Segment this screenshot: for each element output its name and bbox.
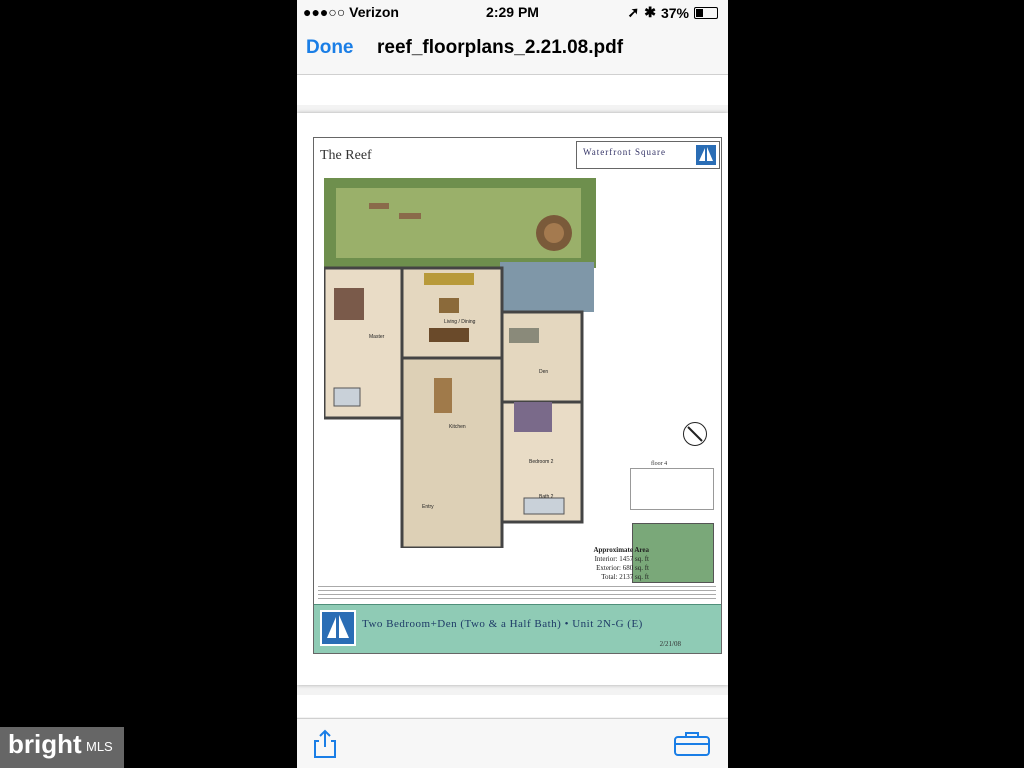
bottom-toolbar <box>297 718 728 768</box>
area-exterior: Exterior: 680 sq. ft <box>596 564 649 572</box>
disclaimer-text <box>318 586 716 602</box>
share-icon[interactable] <box>313 729 337 764</box>
sailboat-logo-icon <box>696 145 716 165</box>
done-button[interactable]: Done <box>306 37 354 59</box>
previous-page-edge[interactable] <box>297 75 728 105</box>
watermark-brand: bright <box>8 729 82 759</box>
pdf-page[interactable]: The Reef Waterfront Square Living / Dini… <box>297 113 728 685</box>
bright-mls-watermark: bright MLS <box>0 727 124 768</box>
svg-text:Bath 2: Bath 2 <box>539 494 554 500</box>
document-title: reef_floorplans_2.21.08.pdf <box>377 37 624 58</box>
unit-description: Two Bedroom+Den (Two & a Half Bath) • Un… <box>362 618 643 630</box>
svg-text:Den: Den <box>539 369 548 375</box>
bluetooth-icon: ✱ <box>644 4 656 20</box>
battery-icon <box>694 6 718 19</box>
sailboat-logo-icon <box>320 610 356 646</box>
plan-date: 2/21/08 <box>659 640 681 648</box>
north-arrow-icon <box>683 422 707 446</box>
plan-title: The Reef <box>320 148 372 163</box>
svg-text:Bedroom 2: Bedroom 2 <box>529 459 554 465</box>
approximate-area: Approximate Area Interior: 1457 sq. ft E… <box>539 546 649 582</box>
next-page-edge[interactable] <box>297 695 728 717</box>
location-icon: ➚ <box>627 4 640 20</box>
status-right: ➚ ✱ 37% <box>627 4 718 21</box>
briefcase-icon[interactable] <box>673 731 711 762</box>
svg-text:Living / Dining: Living / Dining <box>444 319 476 325</box>
brand-name: Waterfront Square <box>583 147 666 157</box>
navigation-bar: Done reef_floorplans_2.21.08.pdf <box>297 24 728 75</box>
status-bar: ●●●○○ Verizon 2:29 PM ➚ ✱ 37% <box>297 0 728 24</box>
svg-text:Entry: Entry <box>422 504 434 510</box>
svg-text:Master: Master <box>369 334 385 340</box>
svg-text:Kitchen: Kitchen <box>449 424 466 430</box>
floorplan-drawing: Living / Dining Den Kitchen Bedroom 2 Ma… <box>324 178 596 548</box>
pdf-viewer-screen: ●●●○○ Verizon 2:29 PM ➚ ✱ 37% Done reef_… <box>297 0 728 768</box>
key-plan-label: floor 4 <box>651 461 668 467</box>
area-heading: Approximate Area <box>593 546 649 554</box>
area-interior: Interior: 1457 sq. ft <box>594 555 649 563</box>
unit-banner: Two Bedroom+Den (Two & a Half Bath) • Un… <box>314 604 721 653</box>
brand-box: Waterfront Square <box>576 141 720 169</box>
battery-percent: 37% <box>660 4 689 21</box>
floorplan-sheet: The Reef Waterfront Square Living / Dini… <box>313 137 722 654</box>
key-plan: floor 4 <box>630 461 714 510</box>
area-total: Total: 2137 sq. ft <box>601 573 649 581</box>
watermark-suffix: MLS <box>86 739 113 754</box>
